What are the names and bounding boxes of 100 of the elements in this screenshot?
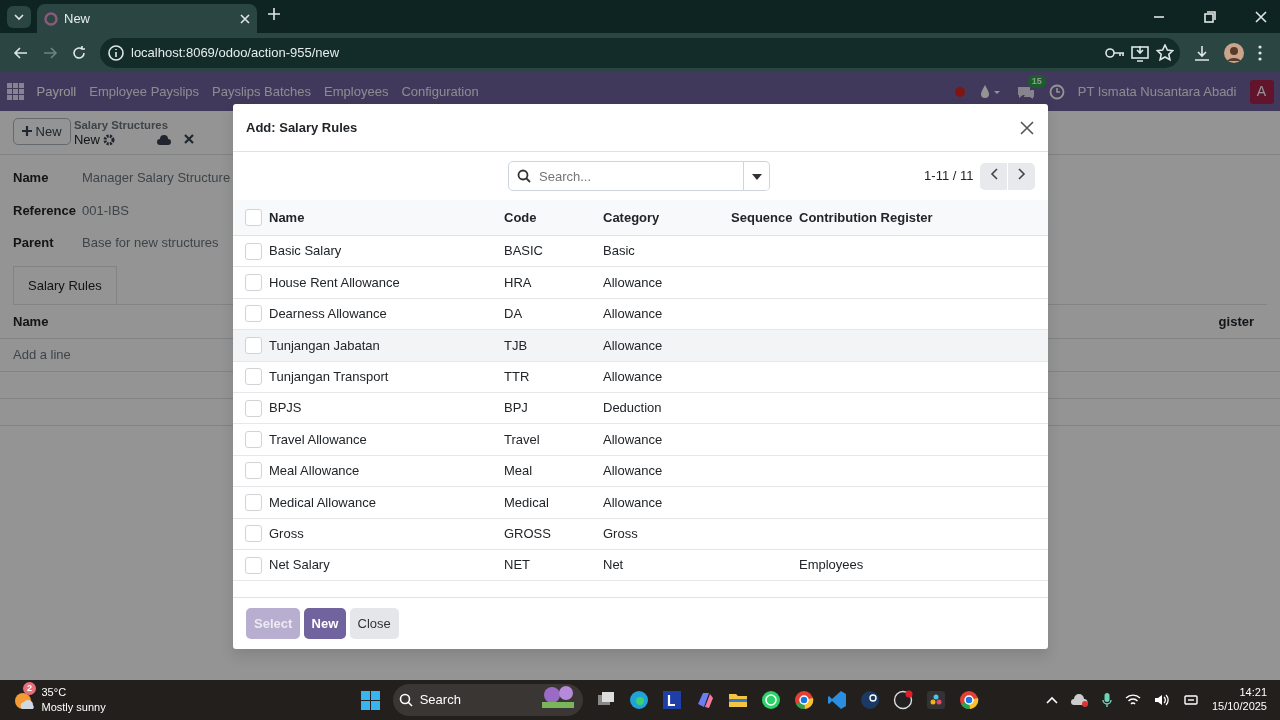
clock-icon[interactable]: [1048, 83, 1065, 100]
whatsapp-icon[interactable]: [760, 690, 781, 710]
rule-name[interactable]: Basic Salary: [269, 243, 342, 259]
rule-code[interactable]: DA: [504, 306, 523, 322]
rule-category[interactable]: Gross: [603, 525, 638, 541]
rule-category[interactable]: Allowance: [603, 369, 663, 384]
notebook-tab[interactable]: Salary Rules: [13, 265, 117, 305]
rule-name[interactable]: BPJS: [269, 400, 302, 416]
key-icon[interactable]: [1104, 45, 1125, 60]
rule-category[interactable]: Allowance: [603, 306, 663, 322]
rule-code[interactable]: NET: [504, 557, 530, 573]
rule-category[interactable]: Net: [603, 557, 624, 573]
new-button[interactable]: New: [13, 117, 71, 145]
rule-name[interactable]: Net Salary: [269, 557, 330, 573]
rule-name[interactable]: Gross: [269, 525, 304, 541]
browser-tab[interactable]: New: [37, 4, 257, 33]
column-header[interactable]: Contribution Register: [799, 209, 933, 225]
row-checkbox[interactable]: [245, 493, 262, 511]
weather-icon[interactable]: [13, 690, 35, 710]
rule-category[interactable]: Allowance: [603, 463, 663, 479]
row-checkbox[interactable]: [245, 556, 262, 574]
rule-code[interactable]: TJB: [504, 337, 528, 353]
rule-name[interactable]: Travel Allowance: [269, 431, 367, 447]
column-header[interactable]: Name: [269, 209, 305, 225]
rule-category[interactable]: Allowance: [603, 274, 663, 290]
star-icon[interactable]: [1155, 43, 1174, 62]
rule-category[interactable]: Allowance: [603, 494, 663, 510]
drop-icon[interactable]: [978, 83, 1003, 100]
rule-code[interactable]: Meal: [504, 463, 533, 479]
dialog-button[interactable]: New: [303, 607, 347, 640]
row-checkbox[interactable]: [245, 431, 262, 449]
chrome-icon[interactable]: [793, 690, 814, 710]
row-checkbox[interactable]: [245, 305, 262, 323]
row-checkbox[interactable]: [245, 242, 262, 260]
rule-name[interactable]: Dearness Allowance: [269, 306, 387, 322]
microphone-icon[interactable]: [1101, 692, 1112, 708]
apps-menu-icon[interactable]: [6, 83, 24, 100]
close-button[interactable]: Close: [349, 607, 399, 640]
record-app-icon[interactable]: [892, 690, 913, 710]
rule-name[interactable]: Meal Allowance: [269, 463, 360, 479]
windows-start-icon[interactable]: [360, 690, 380, 710]
onedrive-icon[interactable]: [1070, 693, 1089, 707]
filter-toggle[interactable]: [744, 161, 770, 191]
battery-saver-icon[interactable]: [1182, 692, 1199, 708]
clock-date[interactable]: 15/10/2025: [1211, 700, 1267, 714]
column-header[interactable]: Category: [603, 209, 660, 225]
back-icon[interactable]: [13, 44, 29, 61]
row-checkbox[interactable]: [245, 462, 262, 480]
new-tab-icon[interactable]: [266, 6, 281, 21]
edge-icon[interactable]: [628, 690, 649, 710]
steam-icon[interactable]: [859, 690, 880, 710]
rule-code[interactable]: TTR: [504, 369, 530, 384]
row-checkbox[interactable]: [245, 399, 262, 417]
row-checkbox[interactable]: [245, 525, 262, 543]
rule-code[interactable]: BASIC: [504, 243, 543, 259]
taskbar-search[interactable]: Search: [392, 684, 583, 716]
next-page-button[interactable]: [1008, 162, 1035, 190]
tab-list-icon[interactable]: [6, 5, 31, 28]
rule-code[interactable]: GROSS: [504, 525, 551, 541]
discard-icon[interactable]: [184, 133, 195, 144]
select-all-checkbox[interactable]: [245, 209, 262, 226]
rule-category[interactable]: Allowance: [603, 337, 663, 353]
row-checkbox[interactable]: [245, 336, 262, 354]
volume-icon[interactable]: [1153, 693, 1170, 707]
restore-icon[interactable]: [1204, 10, 1216, 23]
rule-category[interactable]: Basic: [603, 243, 635, 259]
profile-avatar-icon[interactable]: [1224, 42, 1244, 63]
column-header[interactable]: Sequence: [731, 209, 793, 225]
app-name[interactable]: Payroll: [36, 81, 77, 102]
video-editor-icon[interactable]: [925, 690, 946, 710]
register-cell[interactable]: Employees: [799, 557, 864, 573]
previous-page-button[interactable]: [980, 162, 1007, 190]
rule-code[interactable]: HRA: [504, 274, 532, 290]
download-icon[interactable]: [1193, 43, 1211, 62]
code-editor-icon[interactable]: [826, 690, 847, 710]
rule-name[interactable]: Tunjangan Transport: [269, 369, 389, 384]
install-icon[interactable]: [1131, 43, 1149, 62]
wifi-icon[interactable]: [1124, 693, 1141, 707]
rule-name[interactable]: Medical Allowance: [269, 494, 376, 510]
search-field[interactable]: Search...: [508, 161, 744, 191]
address-bar[interactable]: localhost:8069/odoo/action-955/new: [100, 37, 1180, 68]
column-header[interactable]: Code: [504, 209, 537, 225]
rule-name[interactable]: Tunjangan Jabatan: [269, 337, 380, 353]
save-cloud-icon[interactable]: [157, 133, 172, 146]
clock-time[interactable]: 14:21: [1239, 686, 1267, 700]
more-icon[interactable]: [1257, 43, 1263, 62]
rule-category[interactable]: Deduction: [603, 400, 662, 416]
chevron-up-icon[interactable]: [1045, 696, 1058, 704]
reload-icon[interactable]: [71, 44, 87, 61]
row-checkbox[interactable]: [245, 274, 262, 292]
user-avatar[interactable]: A: [1249, 79, 1274, 104]
gear-icon[interactable]: [103, 133, 116, 146]
row-checkbox[interactable]: [245, 368, 262, 386]
chrome-icon[interactable]: [958, 690, 979, 710]
close-icon[interactable]: [1019, 119, 1035, 136]
rule-code[interactable]: Medical: [504, 494, 549, 510]
rule-code[interactable]: BPJ: [504, 400, 528, 416]
l-app-icon[interactable]: [661, 690, 682, 710]
rule-code[interactable]: Travel: [504, 431, 540, 447]
rule-name[interactable]: House Rent Allowance: [269, 274, 400, 290]
